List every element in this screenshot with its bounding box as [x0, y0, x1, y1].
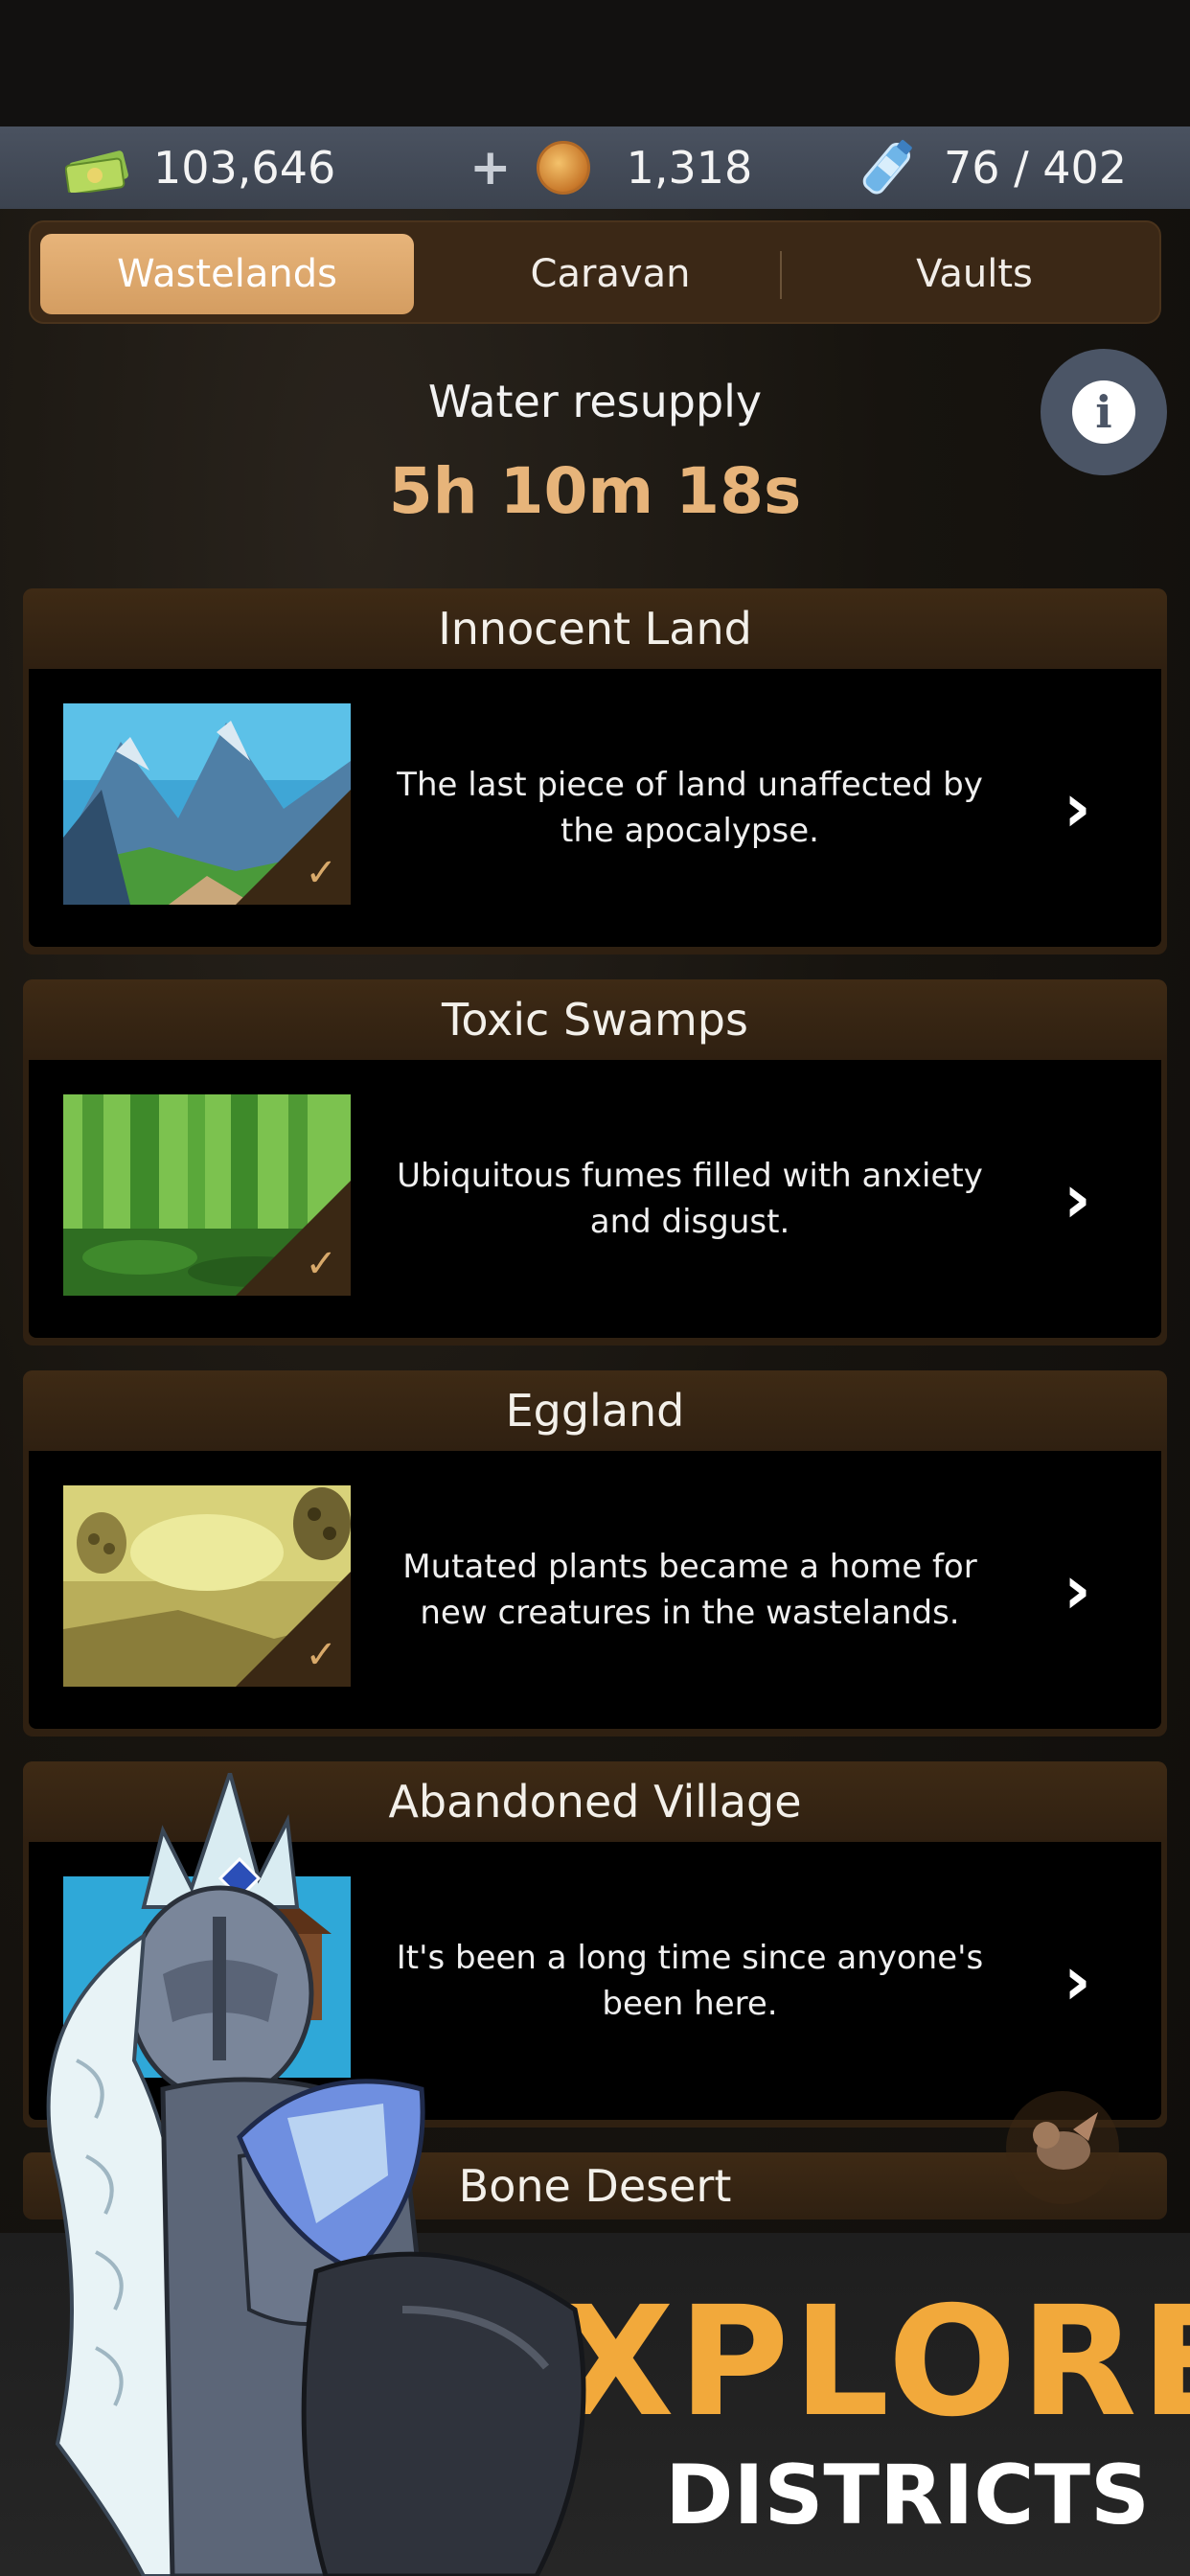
district-description: The last piece of land unaffected by the… [397, 766, 983, 850]
tab-bar: Wastelands Caravan Vaults [29, 220, 1161, 324]
tab-caravan[interactable]: Caravan [423, 234, 797, 314]
promo-subheadline: DISTRICTS [665, 2448, 1150, 2543]
district-body: ✓ Ubiquitous fumes filled with anxiety a… [29, 1060, 1161, 1338]
district-body: ✓ Mutated plants became a home for new c… [29, 1451, 1161, 1729]
resupply-timer: 5h 10m 18s [388, 454, 802, 528]
check-icon: ✓ [305, 1242, 337, 1286]
knight-character-illustration [0, 1766, 613, 2576]
coin-value: 1,318 [626, 142, 753, 194]
water-value: 76 / 402 [944, 142, 1128, 194]
resupply-title: Water resupply [427, 376, 763, 427]
creature-badge[interactable] [1006, 2091, 1119, 2204]
coin-counter[interactable]: + 1,318 [469, 126, 752, 209]
cash-icon [64, 143, 132, 196]
tab-vaults[interactable]: Vaults [797, 234, 1152, 314]
water-counter: 76 / 402 [858, 126, 1127, 209]
district-title: Innocent Land [23, 588, 1167, 669]
district-card-eggland[interactable]: Eggland ✓ Mutated plants became a home f… [23, 1370, 1167, 1736]
district-thumbnail: ✓ [63, 1485, 351, 1687]
district-body: ✓ The last piece of land unaffected by t… [29, 669, 1161, 947]
check-icon: ✓ [305, 1633, 337, 1677]
district-thumbnail: ✓ [63, 1094, 351, 1296]
check-icon: ✓ [305, 851, 337, 895]
district-card-toxic-swamps[interactable]: Toxic Swamps ✓ Ubiquitous fumes filled w… [23, 979, 1167, 1346]
currency-bar: 103,646 + 1,318 76 / 402 [0, 126, 1190, 209]
district-title: Toxic Swamps [23, 979, 1167, 1060]
add-currency-button[interactable]: + [469, 139, 512, 196]
chevron-right-icon[interactable]: › [1064, 1165, 1131, 1232]
info-icon: i [1072, 380, 1135, 444]
water-bottle-icon [858, 136, 917, 199]
tab-wastelands[interactable]: Wastelands [40, 234, 414, 314]
app-screen: 103,646 + 1,318 76 / 402 Wastelands Cara… [0, 0, 1190, 2576]
district-card-innocent-land[interactable]: Innocent Land ✓ The last piece of land u… [23, 588, 1167, 954]
district-title: Eggland [23, 1370, 1167, 1451]
chevron-right-icon[interactable]: › [1064, 1556, 1131, 1623]
chevron-right-icon[interactable]: › [1064, 1947, 1131, 2014]
cash-counter: 103,646 [64, 126, 336, 209]
district-description: Ubiquitous fumes filled with anxiety and… [397, 1157, 983, 1241]
coin-icon [536, 141, 590, 195]
info-button[interactable]: i [1041, 349, 1167, 475]
district-description: Mutated plants became a home for new cre… [402, 1548, 977, 1632]
district-thumbnail: ✓ [63, 703, 351, 905]
tab-divider [780, 251, 782, 299]
status-area [0, 0, 1190, 126]
chevron-right-icon[interactable]: › [1064, 774, 1131, 841]
cash-value: 103,646 [153, 142, 336, 194]
